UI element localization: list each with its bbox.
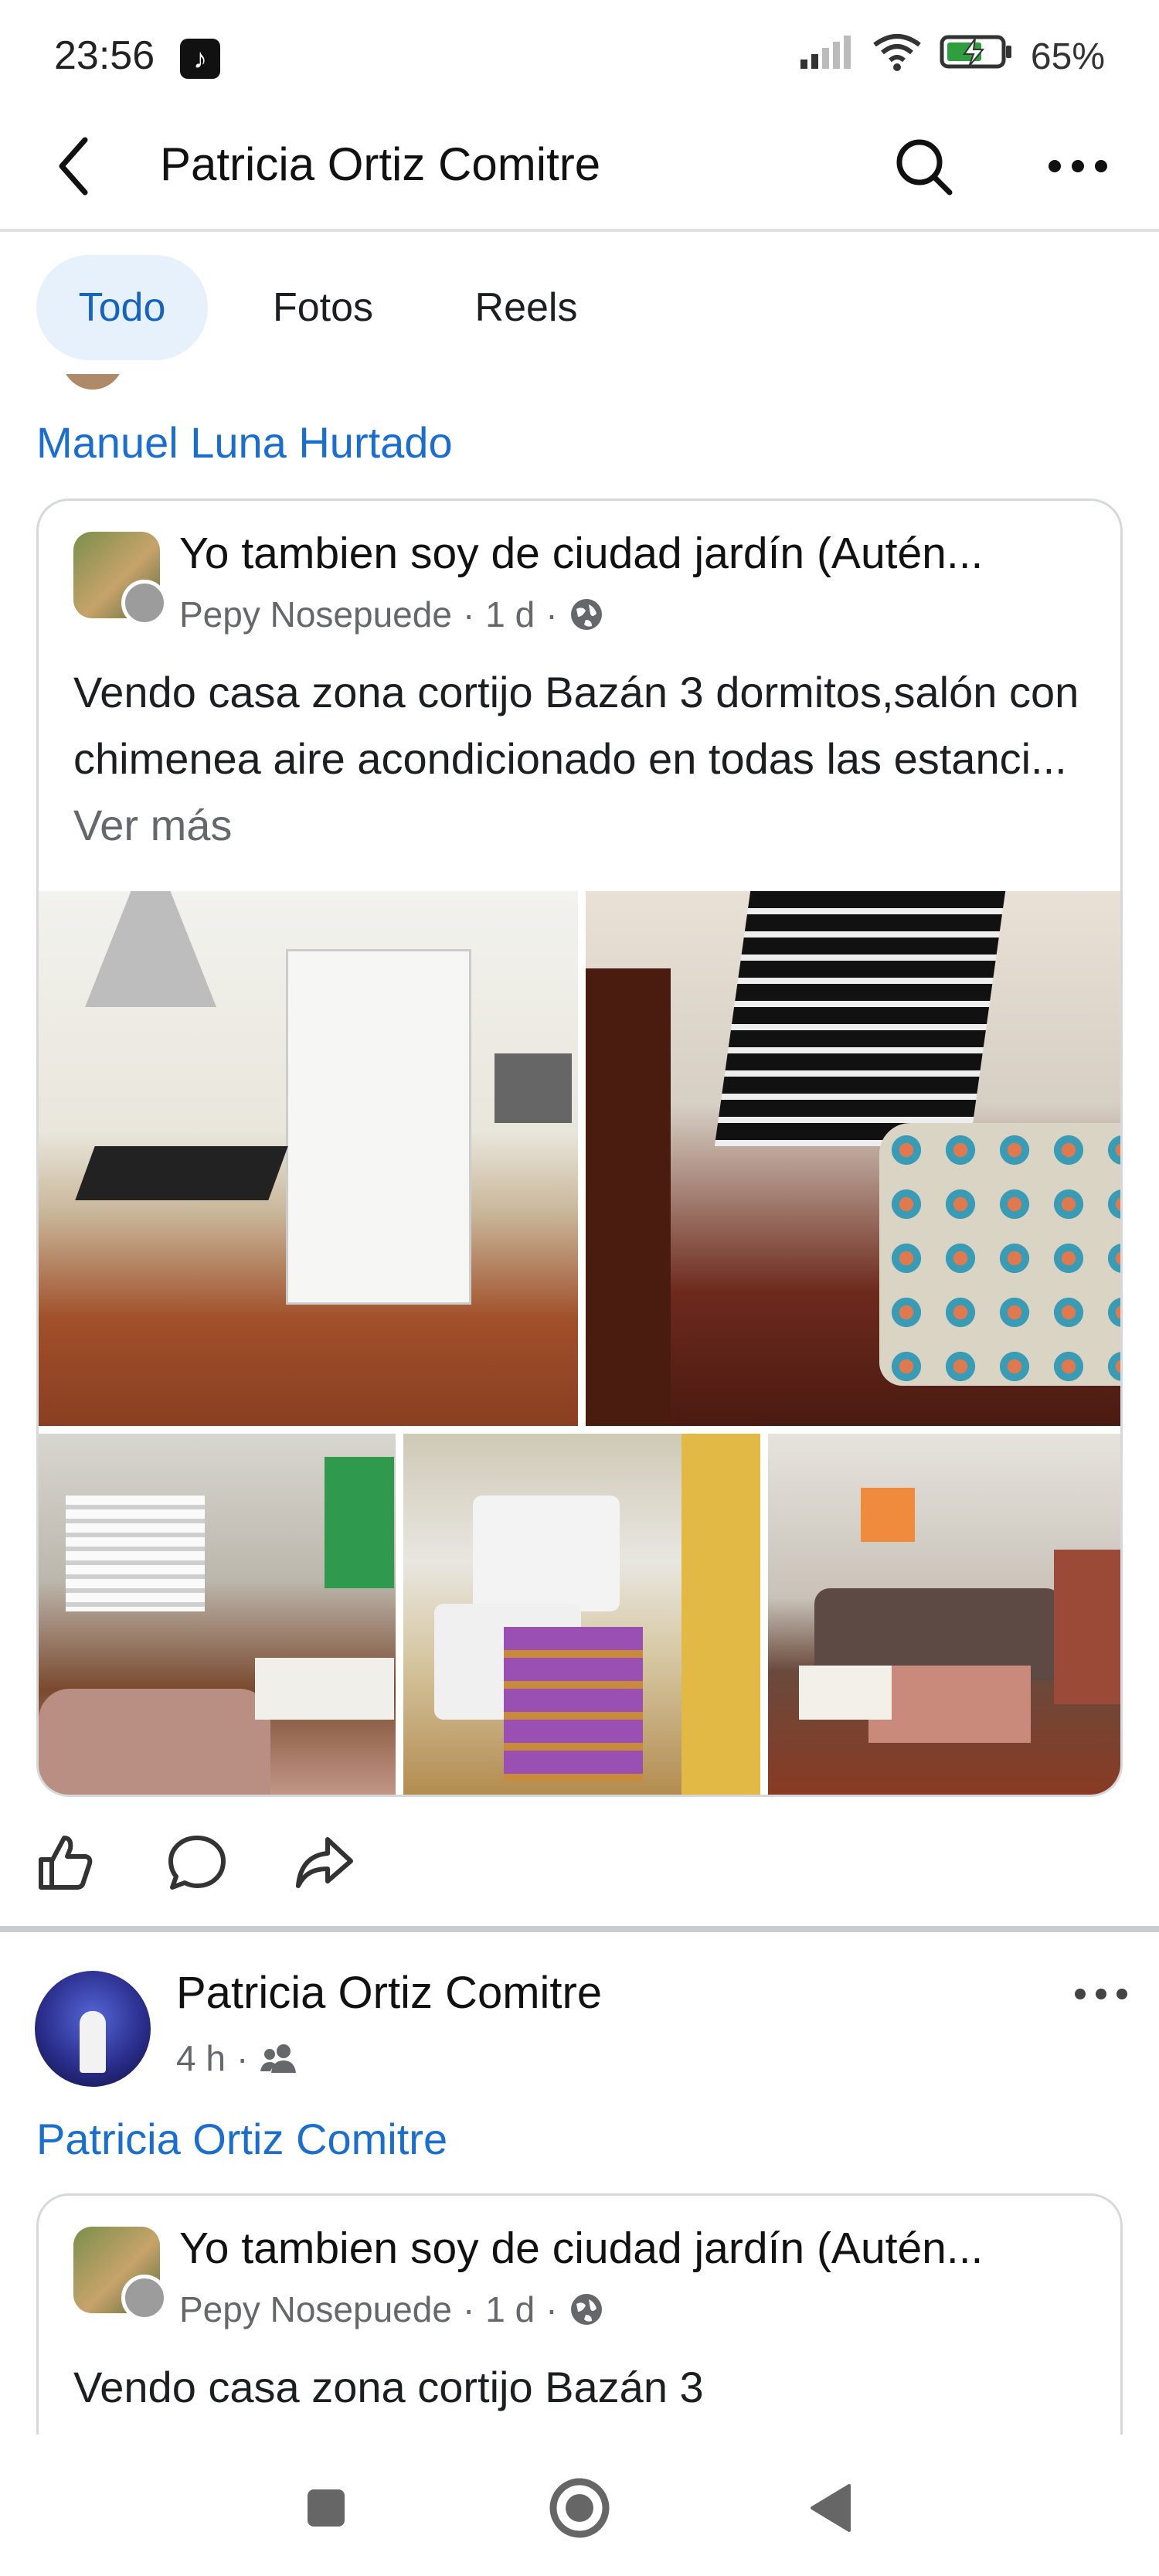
post-meta: Pepy Nosepuede · 1 d ·: [179, 2288, 604, 2330]
post-author-name[interactable]: Patricia Ortiz Comitre: [176, 1967, 602, 2019]
system-back-button[interactable]: [788, 2465, 873, 2550]
laundry-photo[interactable]: [403, 1434, 760, 1795]
meta-separator: ·: [462, 2289, 475, 2329]
author-mini-avatar: [121, 580, 168, 626]
avatar-partial: [62, 374, 124, 390]
like-icon: [39, 1836, 93, 1890]
post-text: Vendo casa zona cortijo Bazán 3 dormitos…: [73, 659, 1101, 859]
post-meta: 4 h ·: [176, 2037, 299, 2079]
meta-separator: ·: [546, 594, 558, 635]
author-name[interactable]: Pepy Nosepuede: [179, 2288, 452, 2330]
wifi-icon: [872, 32, 923, 80]
living-room-photo[interactable]: [39, 1434, 396, 1795]
home-button[interactable]: [537, 2465, 622, 2550]
comment-button[interactable]: [158, 1824, 236, 1901]
share-icon: [296, 1837, 353, 1888]
home-icon: [549, 2478, 610, 2538]
battery-percent: 65%: [1030, 36, 1105, 77]
shared-by-link[interactable]: Manuel Luna Hurtado: [36, 417, 453, 468]
recent-apps-icon: [308, 2489, 345, 2527]
recent-apps-button[interactable]: [284, 2465, 369, 2550]
tab-label: Fotos: [272, 285, 374, 330]
post-time[interactable]: 1 d: [485, 594, 535, 635]
like-button[interactable]: [27, 1824, 104, 1901]
back-button[interactable]: [42, 131, 104, 201]
post-time[interactable]: 1 d: [485, 2288, 535, 2330]
post-more-button[interactable]: [1066, 1967, 1136, 2021]
post-body: Vendo casa zona cortijo Bazán 3: [73, 2363, 704, 2411]
search-button[interactable]: [889, 131, 958, 201]
meta-separator: ·: [546, 2289, 558, 2329]
post-time[interactable]: 4 h: [176, 2037, 226, 2079]
tab-label: Reels: [474, 285, 578, 330]
meta-separator: ·: [462, 594, 475, 635]
tab-reels[interactable]: Reels: [433, 255, 620, 360]
tab-todo[interactable]: Todo: [36, 255, 208, 360]
back-icon: [811, 2484, 851, 2532]
section-divider: [0, 1926, 1159, 1932]
post-body: Vendo casa zona cortijo Bazán 3 dormitos…: [73, 668, 1079, 783]
tab-label: Todo: [78, 285, 166, 330]
bedroom-photo[interactable]: [586, 891, 1120, 1426]
globe-icon: [570, 2294, 602, 2325]
more-options-button[interactable]: [1043, 131, 1113, 201]
battery-charging-icon: [940, 32, 1014, 80]
post-meta: Pepy Nosepuede · 1 d ·: [179, 594, 604, 635]
shared-by-link[interactable]: Patricia Ortiz Comitre: [36, 2114, 447, 2164]
more-horizontal-icon: [1049, 160, 1107, 172]
author-name[interactable]: Pepy Nosepuede: [179, 594, 452, 635]
kitchen-photo[interactable]: [39, 891, 578, 1426]
globe-icon: [570, 599, 602, 630]
group-avatar[interactable]: [73, 532, 168, 626]
comment-icon: [168, 1836, 226, 1890]
see-more-link[interactable]: Ver más: [73, 801, 232, 849]
more-horizontal-icon: [1075, 1989, 1127, 1999]
living-room-fireplace-photo[interactable]: [768, 1434, 1120, 1795]
signal-icon: [799, 33, 855, 80]
group-name[interactable]: Yo tambien soy de ciudad jardín (Autén..…: [179, 528, 1106, 579]
status-time: 23:56: [54, 33, 155, 78]
group-name[interactable]: Yo tambien soy de ciudad jardín (Autén..…: [179, 2223, 1106, 2274]
page-title: Patricia Ortiz Comitre: [160, 138, 601, 190]
avatar[interactable]: [35, 1971, 151, 2087]
meta-separator: ·: [236, 2038, 249, 2078]
back-arrow-icon: [59, 137, 88, 196]
shared-post-card[interactable]: Yo tambien soy de ciudad jardín (Autén..…: [36, 499, 1123, 1797]
friends-icon: [260, 2044, 297, 2073]
tab-fotos[interactable]: Fotos: [232, 255, 414, 360]
search-icon: [896, 139, 953, 196]
status-icons: 65%: [799, 32, 1105, 80]
group-avatar[interactable]: [73, 2227, 168, 2321]
header-divider: [0, 229, 1159, 232]
share-button[interactable]: [286, 1824, 363, 1901]
author-mini-avatar: [121, 2275, 168, 2321]
tiktok-icon: ♪: [180, 39, 220, 79]
